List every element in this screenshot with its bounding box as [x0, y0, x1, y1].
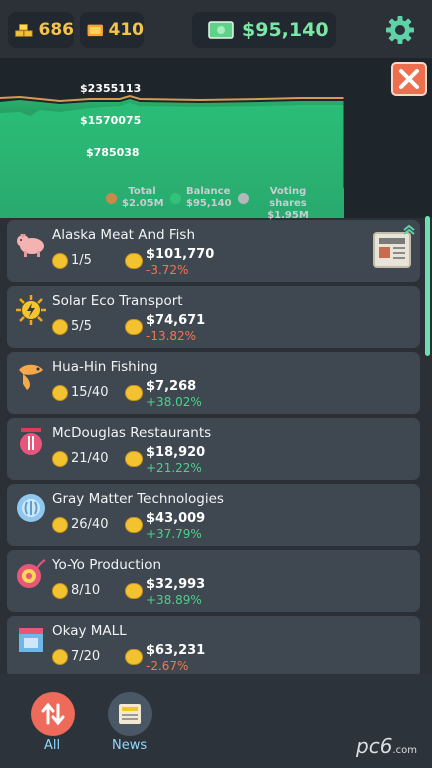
- share-coin-icon: [52, 319, 68, 335]
- company-card[interactable]: Alaska Meat And Fish 1/5 $101,770 -3.72%: [7, 220, 420, 282]
- company-card[interactable]: Gray Matter Technologies 26/40 $43,009 +…: [7, 484, 420, 546]
- mall-icon: [19, 628, 43, 652]
- briefcase-icon: [125, 649, 143, 665]
- y-label-1: $2355113: [80, 82, 142, 95]
- restaurant-icon: [20, 428, 42, 455]
- share-coin-icon: [52, 583, 68, 599]
- banknote-icon: [208, 21, 234, 39]
- total-line: [0, 94, 344, 103]
- settings-gear-icon[interactable]: [384, 14, 416, 46]
- company-change: -3.72%: [146, 263, 189, 277]
- legend-total-value: $2.05M: [122, 198, 164, 209]
- top-bar: 686 410 $95,140: [0, 0, 432, 58]
- company-change: -13.82%: [146, 329, 197, 343]
- watermark-sub: .com: [392, 745, 417, 756]
- news-button[interactable]: [108, 692, 152, 736]
- share-coin-icon: [52, 649, 68, 665]
- legend-balance-dot: [170, 193, 181, 204]
- company-list[interactable]: Alaska Meat And Fish 1/5 $101,770 -3.72%: [0, 216, 432, 674]
- watermark: pc6.com: [356, 734, 417, 758]
- company-name: Solar Eco Transport: [52, 293, 183, 309]
- list-scrollbar[interactable]: [425, 216, 430, 356]
- newspaper-lines: [379, 238, 405, 259]
- close-button[interactable]: [391, 62, 427, 96]
- watermark-brand: pc6: [356, 734, 393, 758]
- company-name: Gray Matter Technologies: [52, 491, 224, 507]
- company-card[interactable]: Yo-Yo Production 8/10 $32,993 +38.89%: [7, 550, 420, 612]
- gold-count: 686: [38, 20, 75, 40]
- company-shares: 1/5: [71, 253, 92, 268]
- swap-arrows-icon: [41, 702, 65, 726]
- cash-counter: $95,140: [192, 12, 336, 48]
- company-name: Hua-Hin Fishing: [52, 359, 158, 375]
- company-shares: 26/40: [71, 517, 109, 532]
- company-value: $43,009: [146, 511, 206, 526]
- company-name: Okay MALL: [52, 623, 127, 639]
- trend-up-icon: [403, 224, 415, 235]
- gems-counter: 410: [80, 12, 144, 48]
- company-change: +21.22%: [146, 461, 202, 475]
- share-coin-icon: [52, 385, 68, 401]
- legend-voting-name: Voting shares: [269, 186, 307, 209]
- company-shares: 5/5: [71, 319, 92, 334]
- briefcase-icon: [125, 583, 143, 599]
- company-value: $101,770: [146, 247, 215, 262]
- gold-stack-icon: [87, 24, 103, 37]
- close-icon: [399, 69, 419, 89]
- all-button[interactable]: [31, 692, 75, 736]
- company-value: $18,920: [146, 445, 206, 460]
- company-value: $32,993: [146, 577, 206, 592]
- y-label-2: $1570075: [80, 114, 142, 127]
- briefcase-icon: [125, 385, 143, 401]
- brain-gear-icon: [17, 494, 45, 522]
- y-label-3: $785038: [86, 146, 140, 159]
- company-name: Yo-Yo Production: [52, 557, 162, 573]
- legend-total-dot: [106, 193, 117, 204]
- company-name: McDouglas Restaurants: [52, 425, 212, 441]
- company-shares: 8/10: [71, 583, 101, 598]
- company-card[interactable]: Hua-Hin Fishing 15/40 $7,268 +38.02%: [7, 352, 420, 414]
- company-shares: 21/40: [71, 451, 109, 466]
- cash-value: $95,140: [242, 19, 329, 41]
- company-change: +37.79%: [146, 527, 202, 541]
- fish-icon: [19, 364, 43, 390]
- legend-balance-name: Balance: [186, 186, 231, 197]
- company-value: $63,231: [146, 643, 206, 658]
- company-shares: 15/40: [71, 385, 109, 400]
- sun-icon: [16, 295, 46, 325]
- yoyo-icon: [17, 559, 46, 588]
- briefcase-icon: [125, 451, 143, 467]
- share-coin-icon: [52, 253, 68, 269]
- briefcase-icon: [125, 517, 143, 533]
- legend-balance-value: $95,140: [186, 198, 232, 209]
- company-change: +38.02%: [146, 395, 202, 409]
- company-change: -2.67%: [146, 659, 189, 673]
- legend-total-name: Total: [128, 186, 156, 197]
- pig-icon: [17, 234, 44, 257]
- share-coin-icon: [52, 517, 68, 533]
- company-card[interactable]: McDouglas Restaurants 21/40 $18,920 +21.…: [7, 418, 420, 480]
- briefcase-icon: [125, 253, 143, 269]
- gems-count: 410: [108, 20, 145, 40]
- legend-total: Total $2.05M: [106, 186, 164, 210]
- legend-voting-dot: [238, 193, 249, 204]
- company-shares: 7/20: [71, 649, 101, 664]
- company-value: $74,671: [146, 313, 206, 328]
- all-label: All: [44, 738, 61, 753]
- company-value: $7,268: [146, 379, 197, 394]
- gold-bars-icon: [15, 24, 33, 37]
- company-change: +38.89%: [146, 593, 202, 607]
- news-label: News: [112, 738, 148, 753]
- briefcase-icon: [125, 319, 143, 335]
- legend-balance: Balance $95,140: [170, 186, 232, 210]
- company-card[interactable]: Solar Eco Transport 5/5 $74,671 -13.82%: [7, 286, 420, 348]
- share-coin-icon: [52, 451, 68, 467]
- company-card[interactable]: Okay MALL 7/20 $63,231 -2.67%: [7, 616, 420, 674]
- gold-counter: 686: [8, 12, 74, 48]
- company-name: Alaska Meat And Fish: [52, 227, 196, 243]
- newspaper-icon: [119, 704, 141, 724]
- newspaper-icon[interactable]: [373, 232, 411, 268]
